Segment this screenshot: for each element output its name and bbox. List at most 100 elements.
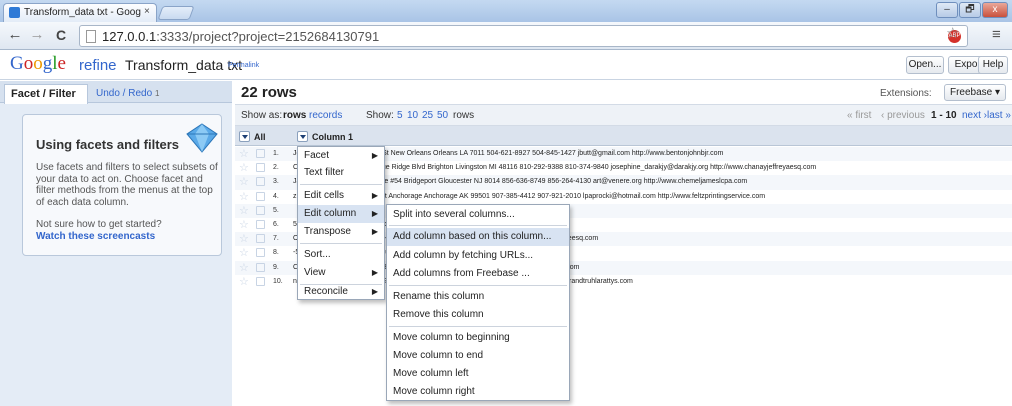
star-icon[interactable]: ☆ xyxy=(239,176,249,188)
row-number: 3. xyxy=(273,178,279,186)
diamond-icon xyxy=(186,123,218,153)
tab-close-icon[interactable]: × xyxy=(144,6,150,17)
submenu-move-end[interactable]: Move column to end xyxy=(387,347,569,365)
star-icon[interactable]: ☆ xyxy=(239,276,249,288)
flag-icon[interactable] xyxy=(256,163,265,173)
menu-facet[interactable]: Facet ▶ xyxy=(298,147,384,165)
menu-reconcile[interactable]: Reconcile ▶ xyxy=(298,283,384,301)
menu-separator xyxy=(300,243,382,244)
all-column-header[interactable]: All xyxy=(239,130,266,143)
reload-icon[interactable]: C xyxy=(52,26,70,44)
page-size-25[interactable]: 25 xyxy=(422,110,433,121)
google-logo[interactable]: Google xyxy=(10,53,66,75)
submenu-move-left[interactable]: Move column left xyxy=(387,365,569,383)
left-panel: Facet / Filter Undo / Redo 1 Using facet… xyxy=(0,81,232,406)
star-icon[interactable]: ☆ xyxy=(239,233,249,245)
left-tabs: Facet / Filter Undo / Redo 1 xyxy=(0,81,232,104)
flag-icon[interactable] xyxy=(256,276,265,286)
row-number: 10. xyxy=(273,277,283,285)
flag-icon[interactable] xyxy=(256,177,265,187)
minimize-button[interactable]: – xyxy=(936,2,958,18)
flag-icon[interactable] xyxy=(256,248,265,258)
edit-column-submenu: Split into several columns... Add column… xyxy=(386,204,570,401)
project-name[interactable]: Transform_data txt xyxy=(125,57,242,73)
flag-icon[interactable] xyxy=(256,191,265,201)
flag-icon[interactable] xyxy=(256,220,265,229)
column-header-row: All Column 1 xyxy=(235,126,1012,146)
extensions-freebase-button[interactable]: Freebase ▾ xyxy=(944,84,1006,101)
flag-icon[interactable] xyxy=(256,234,265,244)
submenu-rename-column[interactable]: Rename this column xyxy=(387,288,569,306)
flag-icon[interactable] xyxy=(256,149,265,158)
browser-tab[interactable]: Transform_data txt - Goog × xyxy=(3,3,157,22)
rows-suffix: rows xyxy=(453,110,475,121)
column-1-header[interactable]: Column 1 xyxy=(297,130,353,143)
star-icon[interactable]: ☆ xyxy=(239,148,249,160)
open-button[interactable]: Open... xyxy=(906,56,944,74)
pager-first[interactable]: « first xyxy=(847,110,871,121)
page-size-5[interactable]: 5 xyxy=(397,110,403,121)
browser-titlebar: Transform_data txt - Goog × – 🗗 x xyxy=(0,0,1012,22)
pager-last[interactable]: last » xyxy=(987,110,1011,121)
page-size-50[interactable]: 50 xyxy=(437,110,448,121)
submenu-split-columns[interactable]: Split into several columns... xyxy=(387,206,569,224)
forward-icon[interactable]: → xyxy=(28,26,46,44)
submenu-remove-column[interactable]: Remove this column xyxy=(387,306,569,324)
view-options-bar: Show as: rows records Show: 5 10 25 50 r… xyxy=(235,104,1012,126)
chevron-down-icon[interactable] xyxy=(239,131,250,142)
submenu-add-column-fetch-urls[interactable]: Add column by fetching URLs... xyxy=(387,247,569,265)
screencasts-link[interactable]: Watch these screencasts xyxy=(36,231,155,242)
row-number: 6. xyxy=(273,221,279,228)
tab-undo-redo[interactable]: Undo / Redo 1 xyxy=(96,88,159,99)
address-bar[interactable]: 127.0.0.1:3333/project?project=215268413… xyxy=(79,25,968,47)
menu-view[interactable]: View ▶ xyxy=(298,264,384,282)
row-number: 2. xyxy=(273,164,279,172)
facet-help-box: Using facets and filters Use facets and … xyxy=(22,114,222,256)
row-number: 1. xyxy=(273,150,279,157)
page-icon xyxy=(86,30,96,43)
window-close-button[interactable]: x xyxy=(982,2,1008,18)
url-text: 127.0.0.1:3333/project?project=215268413… xyxy=(102,29,379,44)
show-label: Show: xyxy=(366,110,394,121)
star-icon[interactable]: ☆ xyxy=(239,205,249,217)
browser-menu-icon[interactable]: ≡ xyxy=(992,26,1001,43)
menu-transpose[interactable]: Transpose ▶ xyxy=(298,223,384,241)
row-number: 8. xyxy=(273,249,279,257)
bookmark-star-icon[interactable]: ☆ xyxy=(946,24,959,42)
submenu-add-columns-freebase[interactable]: Add columns from Freebase ... xyxy=(387,265,569,283)
url-path: :3333/project?project=2152684130791 xyxy=(156,29,380,44)
app-header: Google refine Transform_data txt Permali… xyxy=(0,50,1012,80)
back-icon[interactable]: ← xyxy=(6,26,24,44)
tab-facet-filter[interactable]: Facet / Filter xyxy=(4,84,88,104)
star-icon[interactable]: ☆ xyxy=(239,191,249,203)
submenu-add-column-based[interactable]: Add column based on this column... xyxy=(387,228,569,246)
show-as-label: Show as: xyxy=(241,110,283,121)
submenu-move-beginning[interactable]: Move column to beginning xyxy=(387,329,569,347)
pager-next[interactable]: next › xyxy=(962,110,987,121)
star-icon[interactable]: ☆ xyxy=(239,162,249,174)
row-count: 22 rows xyxy=(241,84,297,101)
chevron-down-icon[interactable] xyxy=(297,131,308,142)
mode-rows[interactable]: rows xyxy=(283,110,306,121)
star-icon[interactable]: ☆ xyxy=(239,247,249,259)
pager-previous[interactable]: ‹ previous xyxy=(881,110,925,121)
menu-sort[interactable]: Sort... xyxy=(298,246,384,264)
submenu-move-right[interactable]: Move column right xyxy=(387,383,569,401)
permalink-link[interactable]: Permalink xyxy=(228,62,259,69)
page-size-10[interactable]: 10 xyxy=(407,110,418,121)
menu-separator xyxy=(389,285,567,286)
maximize-button[interactable]: 🗗 xyxy=(959,2,981,18)
menu-edit-column[interactable]: Edit column ▶ xyxy=(298,205,384,223)
flag-icon[interactable] xyxy=(256,262,265,272)
tab-title: Transform_data txt - Goog xyxy=(24,7,141,18)
menu-edit-cells[interactable]: Edit cells ▶ xyxy=(298,187,384,205)
flag-icon[interactable] xyxy=(256,205,265,215)
star-icon[interactable]: ☆ xyxy=(239,262,249,274)
chevron-right-icon: ▶ xyxy=(371,268,378,277)
star-icon[interactable]: ☆ xyxy=(239,219,249,231)
mode-records[interactable]: records xyxy=(309,110,342,121)
help-button[interactable]: Help xyxy=(978,56,1008,74)
new-tab-button[interactable] xyxy=(157,6,195,20)
menu-text-filter[interactable]: Text filter xyxy=(298,164,384,182)
refine-logo-text[interactable]: refine xyxy=(79,57,117,74)
